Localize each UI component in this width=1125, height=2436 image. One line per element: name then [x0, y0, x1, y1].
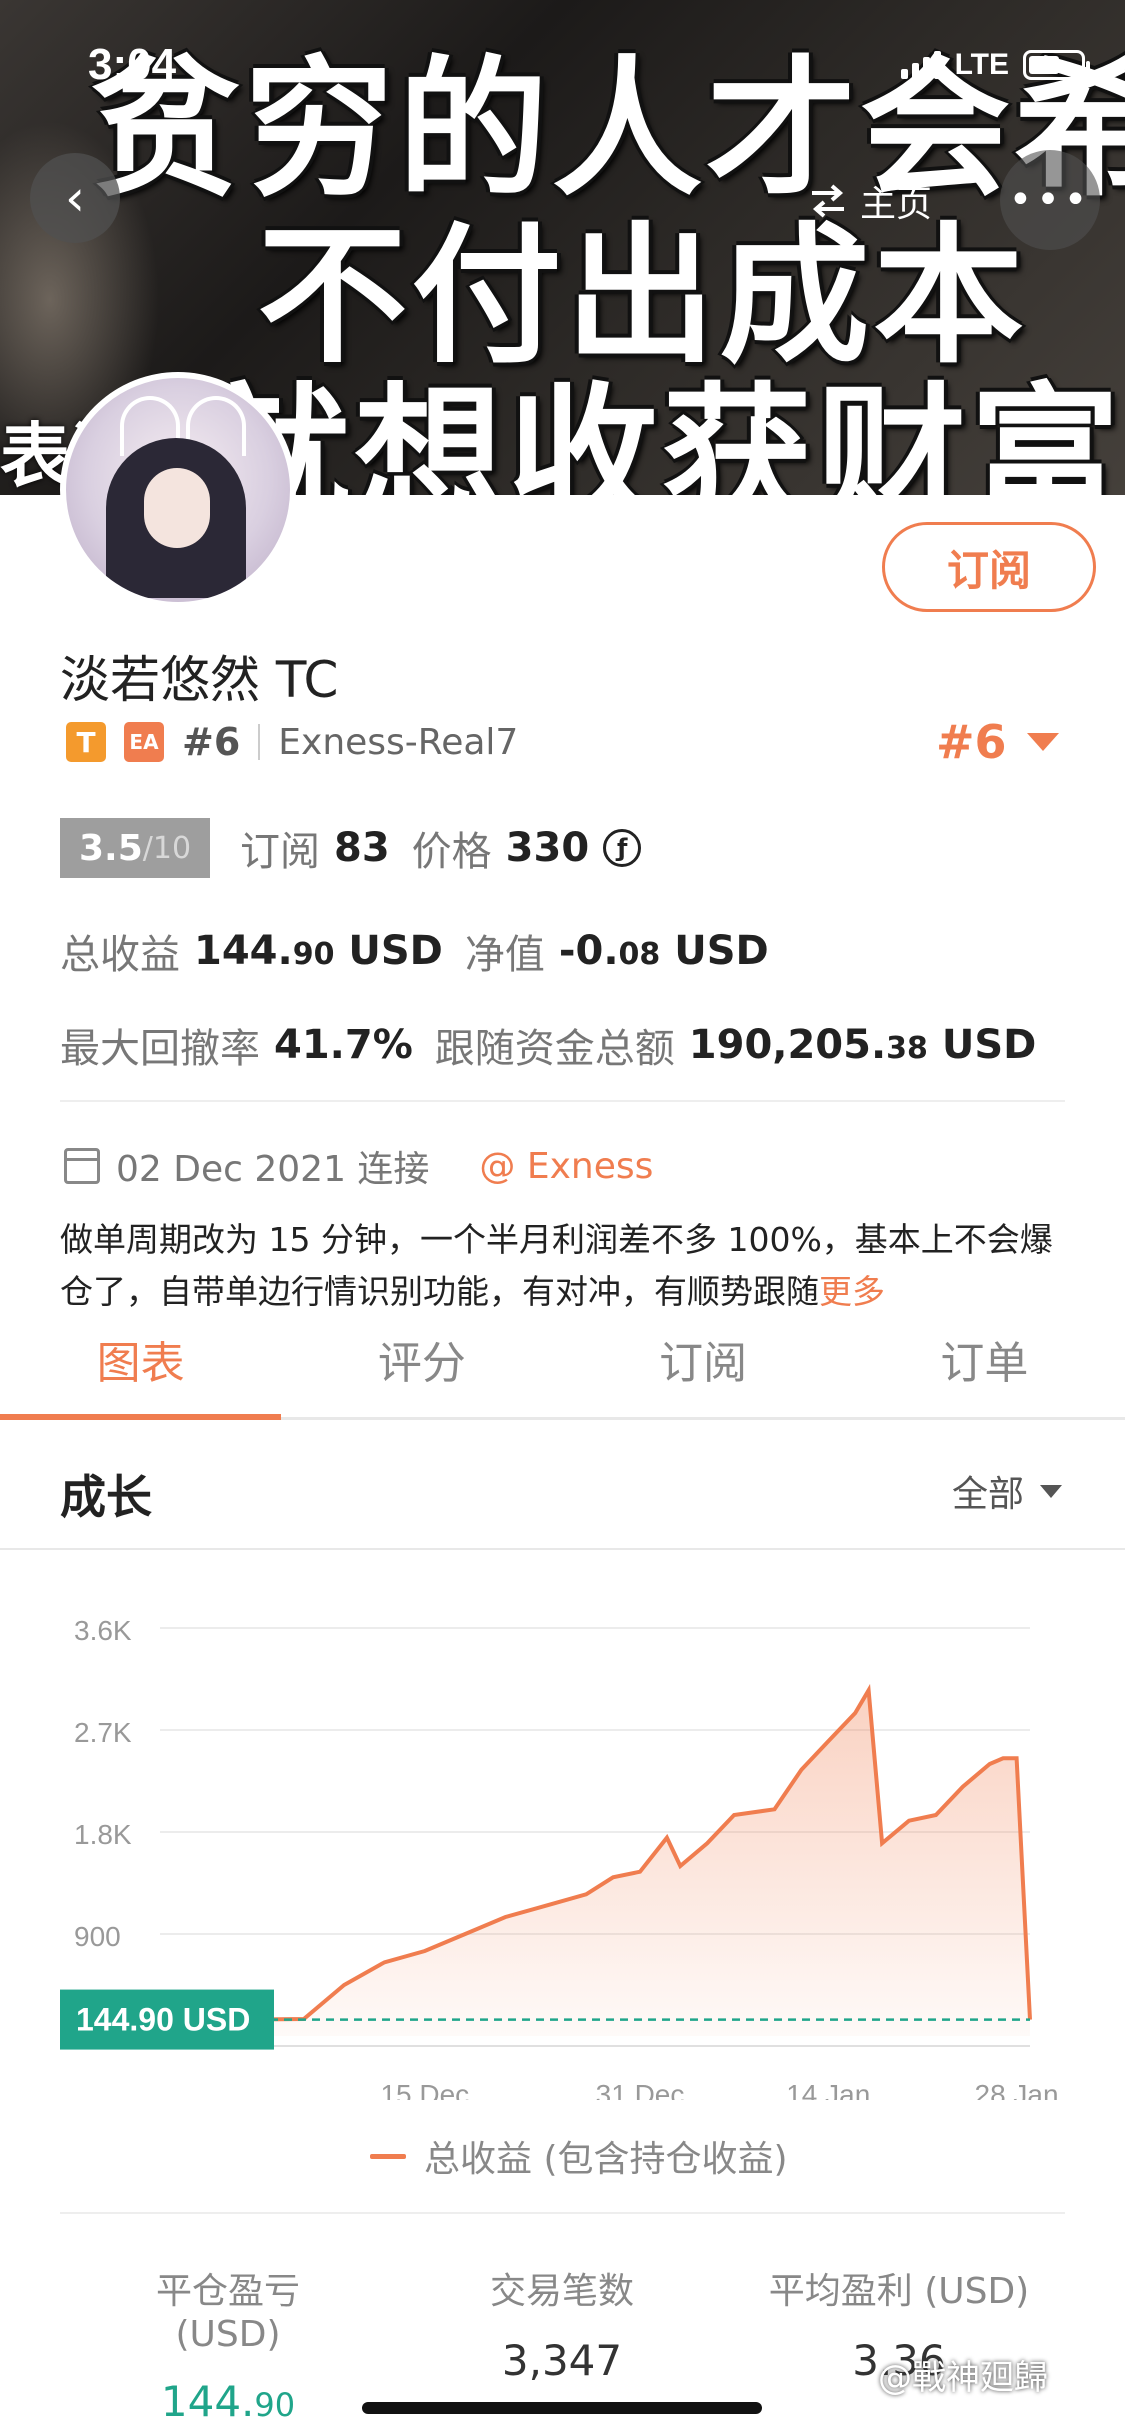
chevron-left-icon: ‹ [65, 169, 85, 227]
closed-pnl-stat: 平仓盈亏 (USD) 144.90 [98, 2262, 358, 2426]
subscribe-button[interactable]: 订阅 [882, 522, 1096, 612]
tab-chart[interactable]: 图表 [0, 1280, 282, 1420]
total-profit-label: 总收益 [60, 932, 180, 978]
swap-icon [812, 184, 844, 218]
max-drawdown-label: 最大回撤率 [60, 1026, 260, 1072]
x-tick-label: 28 Jan [975, 2079, 1059, 2100]
total-profit-value: 144.90 USD [194, 928, 443, 974]
banner-caption-line3: 就想收获财富 [200, 370, 1125, 495]
tab-subscription[interactable]: 订阅 [563, 1280, 844, 1417]
rank-dropdown[interactable]: #6 [936, 715, 1059, 769]
price-value: 330 [505, 825, 590, 871]
stats-row-score: 3.5 /10 订阅 83 价格 330 ƒ [60, 818, 642, 878]
y-tick-label: 3.6K [74, 1615, 132, 1646]
status-indicators: LTE [900, 48, 1090, 82]
back-button[interactable]: ‹ [30, 153, 120, 243]
growth-area [250, 1690, 1030, 2036]
net-value-label: 净值 [464, 932, 545, 978]
stats-divider [60, 2212, 1065, 2214]
closed-pnl-label: 平仓盈亏 (USD) [155, 2271, 300, 2355]
subs-label: 订阅 [240, 829, 320, 875]
more-icon: ••• [1008, 177, 1092, 223]
connect-info: 02 Dec 2021 连接 @ Exness [64, 1140, 653, 1192]
x-tick-label: 15 Dec [380, 2079, 469, 2100]
signal-icon [900, 51, 941, 79]
more-button[interactable]: ••• [1000, 150, 1100, 250]
tag-t-badge: T [66, 722, 106, 762]
closed-pnl-value: 144.90 [160, 2377, 296, 2426]
follow-funds-value: 190,205.38 USD [688, 1022, 1037, 1068]
status-time: 3:04 [88, 40, 177, 89]
score-badge: 3.5 /10 [60, 818, 210, 878]
stats-row-drawdown: 最大回撤率 41.7% 跟随资金总额 190,205.38 USD [60, 1016, 1058, 1074]
account-server: Exness-Real7 [278, 721, 519, 763]
tab-bar: 图表 评分 订阅 订单 [0, 1280, 1125, 1420]
coin-icon: ƒ [603, 829, 642, 867]
tab-rating[interactable]: 评分 [281, 1280, 562, 1417]
y-tick-label: 900 [74, 1921, 121, 1952]
legend-swatch [370, 2153, 406, 2159]
chart-legend: 总收益 (包含持仓收益) [370, 2130, 788, 2182]
current-value-label: 144.90 USD [76, 2002, 250, 2038]
stats-row-profit: 总收益 144.90 USD 净值 -0.08 USD [60, 922, 791, 980]
y-tick-label: 1.8K [74, 1819, 132, 1850]
avatar-face [144, 468, 210, 548]
range-filter[interactable]: 全部 [952, 1465, 1063, 1517]
rank-dropdown-label: #6 [936, 715, 1007, 769]
broker-link[interactable]: @ Exness [479, 1146, 653, 1187]
calendar-icon [64, 1148, 100, 1184]
net-value: -0.08 USD [558, 928, 769, 974]
rank-badge: #6 [182, 720, 241, 764]
avatar[interactable] [60, 372, 296, 608]
trade-count-value: 3,347 [501, 2336, 623, 2385]
section-divider [60, 1100, 1065, 1102]
y-tick-label: 2.7K [74, 1717, 132, 1748]
trade-count-label: 交易笔数 [489, 2271, 634, 2312]
range-filter-label: 全部 [952, 1474, 1025, 1515]
legend-label: 总收益 (包含持仓收益) [424, 2139, 788, 2180]
avg-profit-label: 平均盈利 (USD) [768, 2271, 1030, 2312]
growth-title: 成长 [60, 1470, 152, 1524]
growth-chart: 3.6K 2.7K 1.8K 900 15 Dec 31 Dec 14 Jan 28 Jan… [60, 1615, 1059, 2100]
watermark: @戰神廻歸 [878, 2358, 1048, 2398]
caret-down-icon [1040, 1484, 1063, 1498]
tag-ea-badge: EA [124, 722, 164, 762]
subs-value: 83 [334, 825, 390, 871]
x-tick-label: 31 Dec [596, 2079, 685, 2100]
price-label: 价格 [411, 829, 492, 875]
trade-count-stat: 交易笔数 3,347 [462, 2262, 662, 2385]
trader-name: 淡若悠然 TC [60, 651, 339, 709]
home-indicator[interactable] [362, 2402, 762, 2414]
score-max: /10 [142, 830, 192, 866]
tab-orders[interactable]: 订单 [844, 1280, 1125, 1417]
x-tick-label: 14 Jan [786, 2079, 870, 2100]
home-label: 主页 [860, 184, 933, 225]
battery-icon [1023, 50, 1090, 80]
follow-funds-label: 跟随资金总额 [434, 1026, 675, 1072]
tag-divider [258, 724, 261, 760]
caret-down-icon [1026, 733, 1059, 751]
connect-date: 02 Dec 2021 连接 [116, 1149, 430, 1190]
score-value: 3.5 [78, 827, 143, 869]
growth-header: 成长 全部 [0, 1423, 1125, 1550]
trader-tags: T EA #6 Exness-Real7 [66, 720, 518, 764]
network-type: LTE [954, 48, 1009, 81]
home-button[interactable]: 主页 [808, 175, 932, 227]
max-drawdown-value: 41.7% [274, 1022, 413, 1068]
